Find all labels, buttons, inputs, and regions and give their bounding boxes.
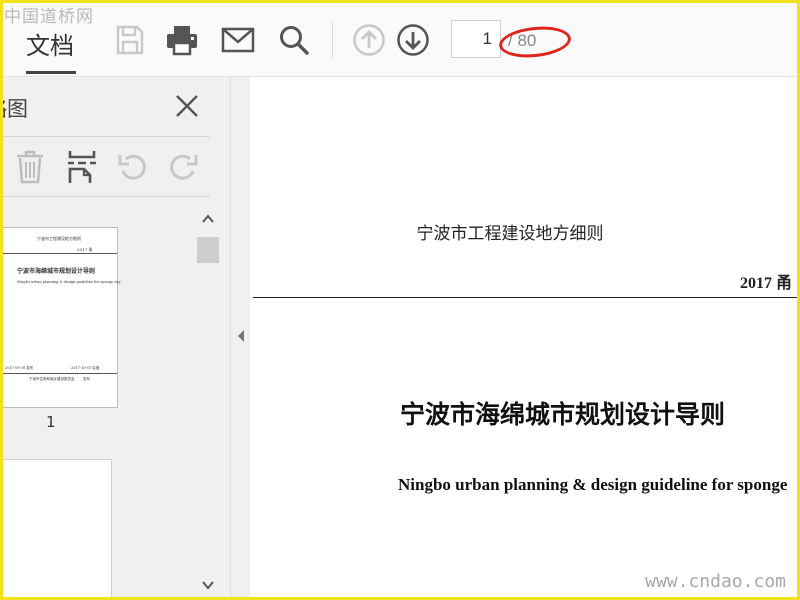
- thumb-header: 宁波市工程建设地方细则: [37, 236, 81, 241]
- thumb-issuer: 宁波市住房和城乡建设委员会: [29, 377, 75, 381]
- trash-icon[interactable]: [14, 149, 48, 185]
- chevron-down-icon[interactable]: [201, 579, 215, 591]
- watermark-top: 中国道桥网: [4, 7, 94, 27]
- sidebar-divider: [0, 136, 210, 137]
- chevron-up-icon[interactable]: [201, 213, 215, 225]
- document-title: 宁波市海绵城市规划设计导则: [400, 400, 726, 429]
- document-header-rule: [253, 297, 800, 298]
- sidebar-collapse-handle[interactable]: [230, 77, 250, 600]
- thumbnail-list: 宁波市工程建设地方细则 2017 甬 宁波市海绵城市规划设计导则 Ningbo …: [0, 207, 195, 599]
- red-annotation-ellipse: [497, 23, 573, 61]
- top-toolbar: 文档 / 80: [0, 0, 800, 77]
- split-icon[interactable]: [66, 149, 100, 185]
- thumbnail-scrollbar[interactable]: [195, 207, 221, 597]
- document-header: 宁波市工程建设地方细则: [416, 224, 604, 244]
- thumb-left-date: 2017-09-30 发布: [5, 366, 34, 370]
- toolbar-separator: [332, 22, 333, 58]
- scroll-thumb[interactable]: [197, 237, 219, 263]
- chevron-left-icon[interactable]: [236, 329, 246, 343]
- tab-document[interactable]: 文档: [26, 26, 74, 61]
- document-view: 宁波市工程建设地方细则 2017 甬 宁波市海绵城市规划设计导则 Ningbo …: [250, 77, 800, 600]
- thumb-issuer-suffix: 发布: [83, 377, 90, 381]
- page-number-input[interactable]: [451, 20, 501, 58]
- page-thumbnail[interactable]: [0, 459, 112, 599]
- mail-icon[interactable]: [220, 22, 256, 58]
- thumb-subtitle: Ningbo urban planning & design guideline…: [17, 280, 121, 284]
- thumb-title: 宁波市海绵城市规划设计导则: [17, 268, 96, 275]
- tab-active-indicator: [26, 71, 76, 74]
- search-icon[interactable]: [276, 22, 312, 58]
- rotate-right-icon[interactable]: [166, 149, 200, 185]
- thumb-right-date: 2017-10-01 实施: [71, 366, 100, 370]
- thumbnail-page-label: 1: [46, 413, 56, 431]
- document-subtitle: Ningbo urban planning & design guideline…: [398, 475, 788, 494]
- document-year: 2017 甬: [740, 275, 793, 292]
- thumbnail-sidebar: 略图 宁波市工程建设地方细则 2017 甬 宁波市海绵城市规划设计导则 Ning…: [0, 77, 230, 600]
- print-icon[interactable]: [164, 22, 200, 58]
- close-icon[interactable]: [172, 91, 202, 121]
- watermark-bottom: www.cndao.com: [645, 571, 786, 592]
- arrow-down-icon[interactable]: [395, 22, 431, 58]
- rotate-left-icon[interactable]: [116, 149, 150, 185]
- arrow-up-icon[interactable]: [351, 22, 387, 58]
- page-thumbnail[interactable]: 宁波市工程建设地方细则 2017 甬 宁波市海绵城市规划设计导则 Ningbo …: [0, 227, 121, 408]
- sidebar-title: 略图: [0, 97, 28, 121]
- save-icon[interactable]: [112, 22, 148, 58]
- sidebar-divider-tools: [0, 196, 210, 197]
